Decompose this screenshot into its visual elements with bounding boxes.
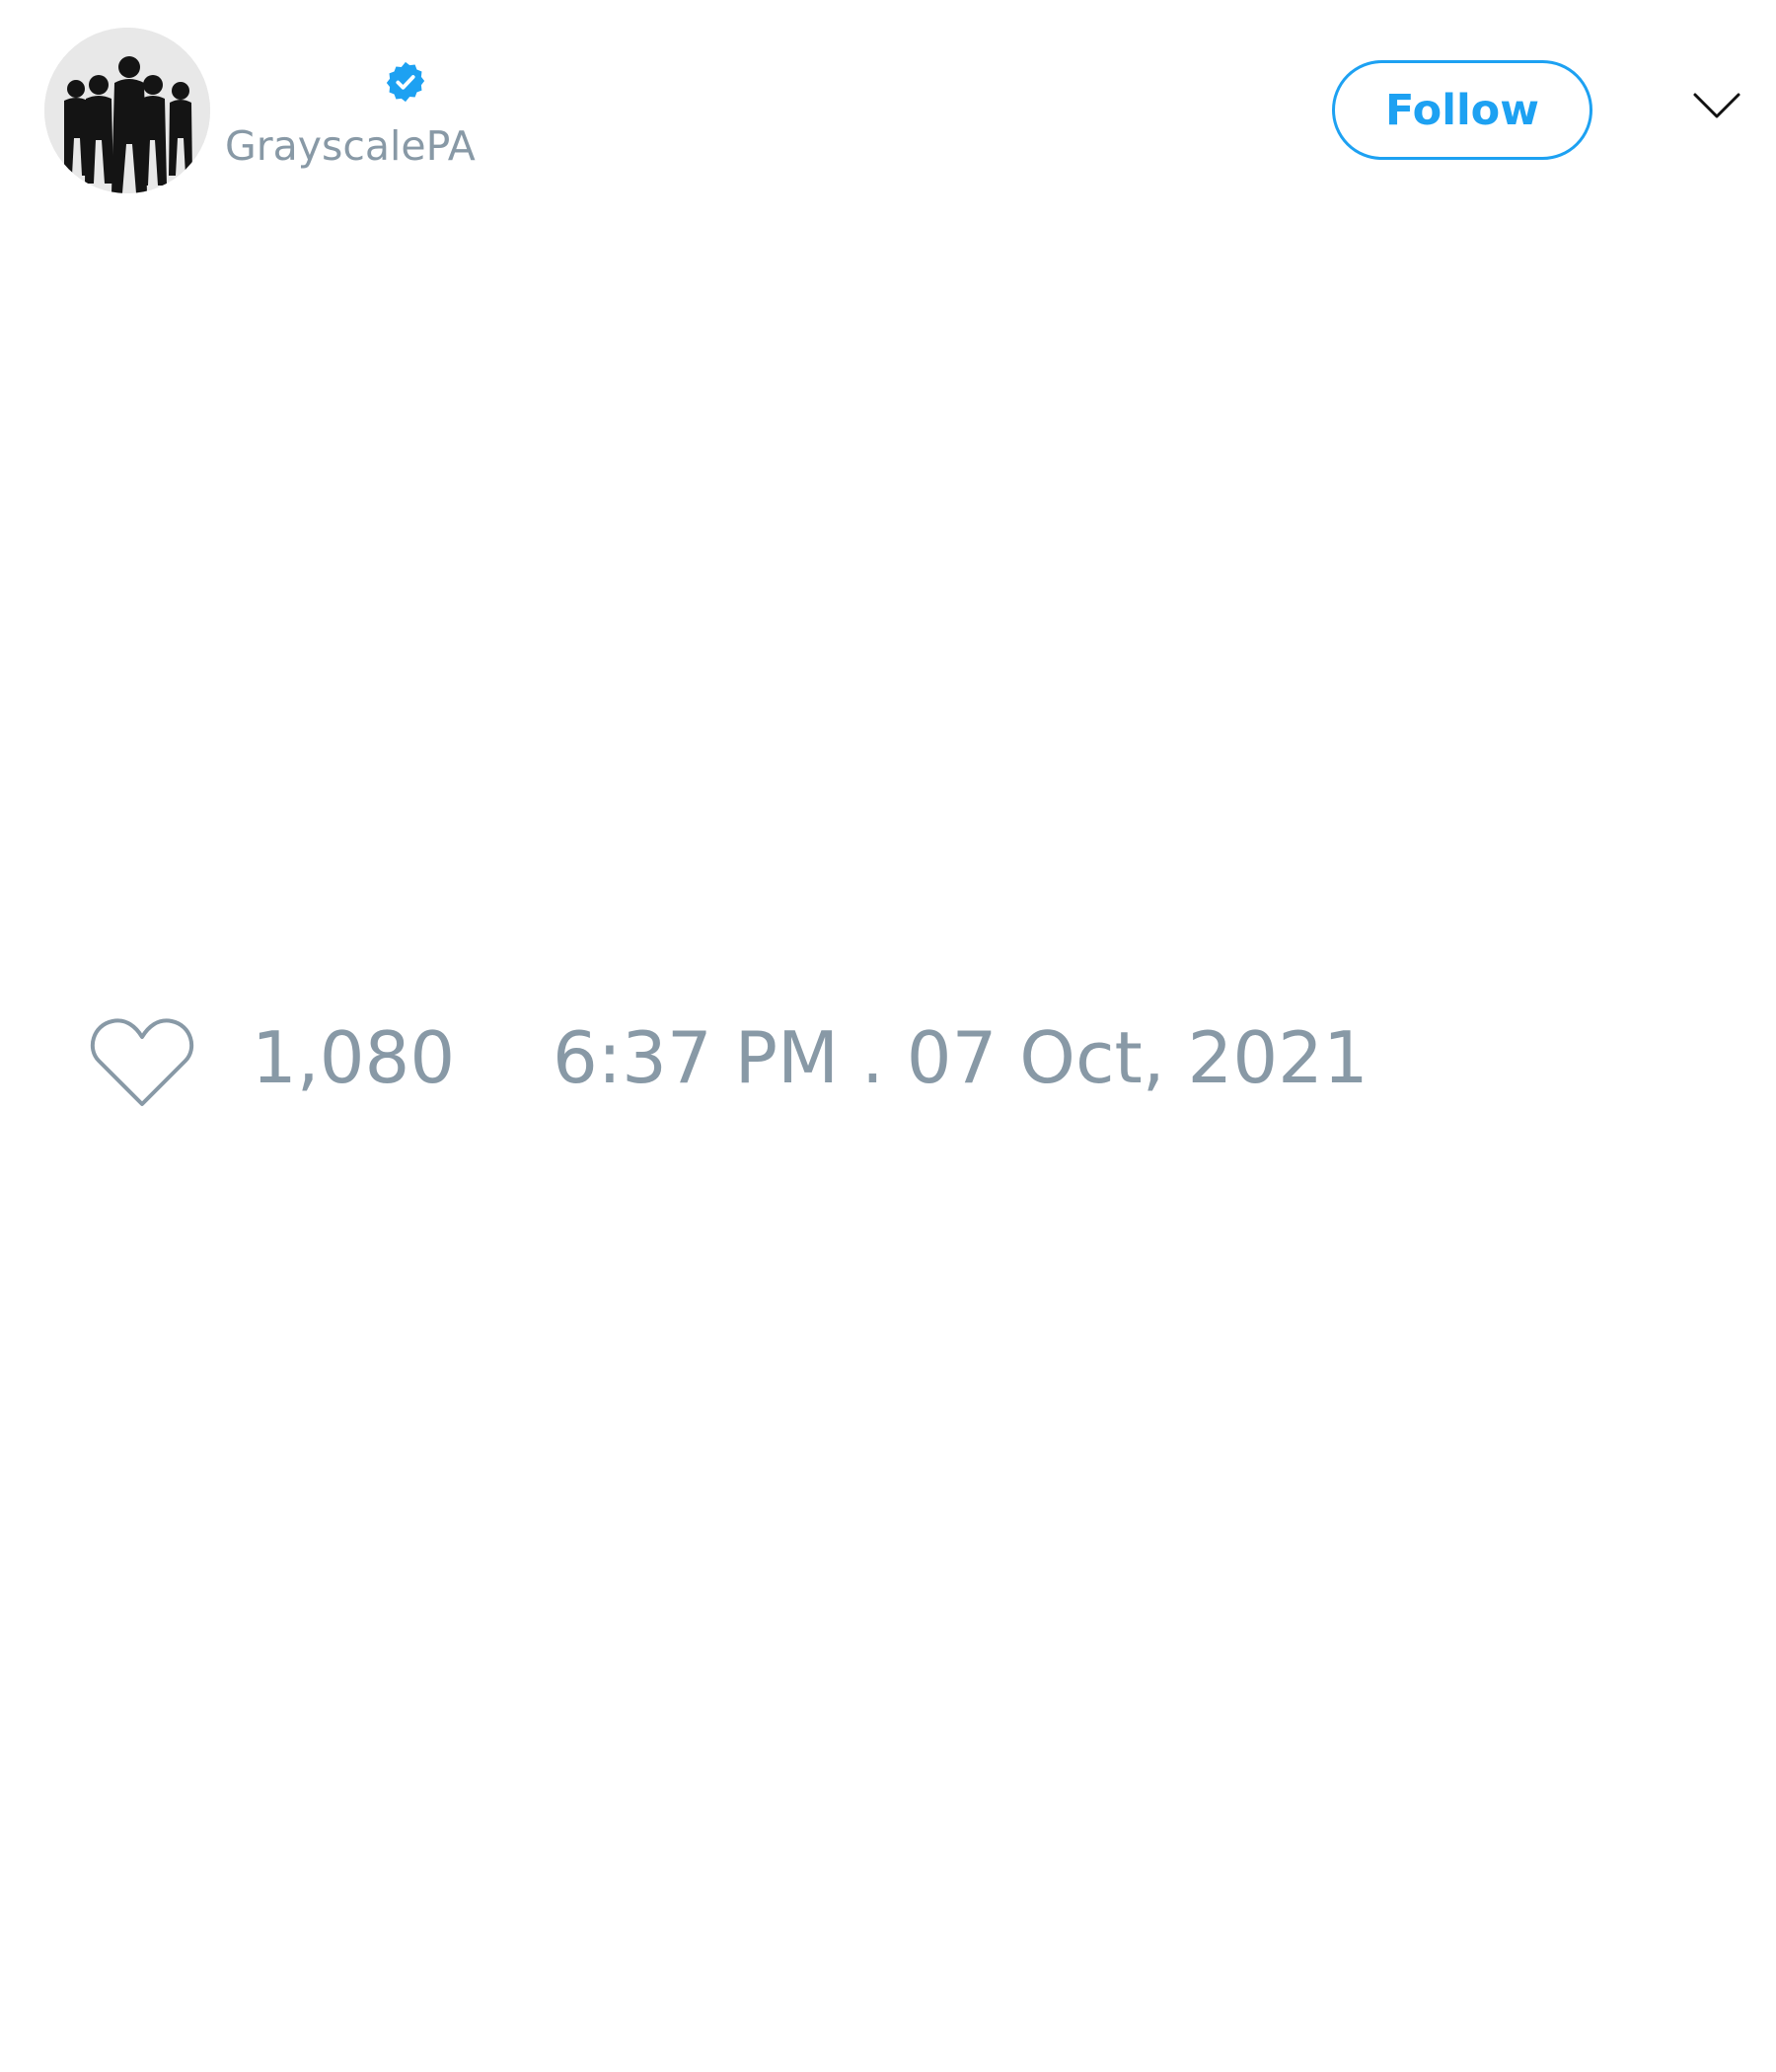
user-handle[interactable]: GrayscalePA [225,126,476,167]
follow-button[interactable]: Follow [1332,60,1592,160]
heart-outline-icon[interactable] [89,1015,195,1108]
avatar[interactable] [44,28,210,193]
tweet-header: GrayscalePA Follow [0,0,1776,197]
tweet-text [0,197,1776,987]
tweet-timestamp[interactable]: 6:37 PM . 07 Oct, 2021 [553,1022,1369,1093]
like-count: 1,080 [252,1016,456,1099]
chevron-down-icon[interactable] [1692,91,1741,120]
avatar-image [44,28,210,193]
verified-badge-icon [383,59,428,105]
